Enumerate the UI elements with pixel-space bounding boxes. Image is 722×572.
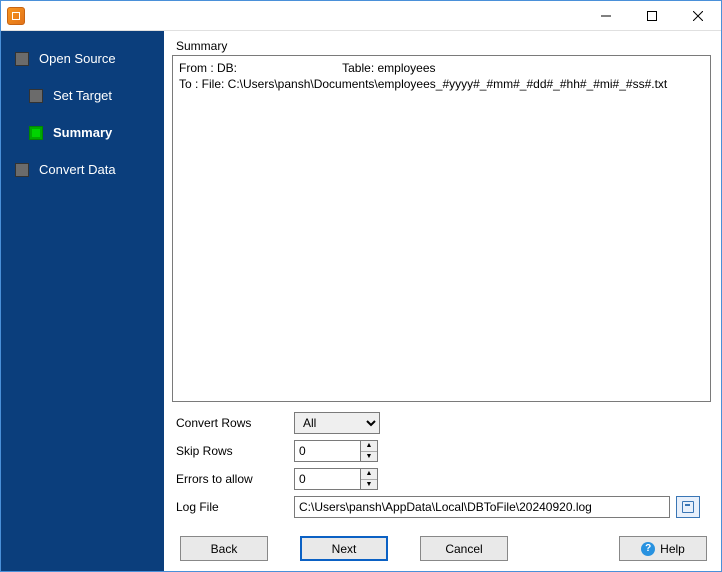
label-log-file: Log File <box>172 500 294 514</box>
label-convert-rows: Convert Rows <box>172 416 294 430</box>
button-label: Help <box>660 542 685 556</box>
sidebar-item-set-target[interactable]: Set Target <box>1 82 164 109</box>
maximize-icon <box>647 11 657 21</box>
summary-line-from: From : DB: Table: employees <box>179 60 704 76</box>
options-section: Convert Rows All Skip Rows ▲ ▼ <box>172 412 711 524</box>
spin-up-icon[interactable]: ▲ <box>361 469 377 479</box>
button-label: Cancel <box>445 542 482 556</box>
spinner-skip-rows: ▲ ▼ <box>360 440 378 462</box>
input-log-file[interactable] <box>294 496 670 518</box>
panel-title: Summary <box>172 39 711 55</box>
cancel-button[interactable]: Cancel <box>420 536 508 561</box>
help-icon: ? <box>641 542 655 556</box>
sidebar-item-label: Set Target <box>53 88 112 103</box>
input-errors-to-allow[interactable] <box>294 468 360 490</box>
nav-box-icon <box>29 126 43 140</box>
summary-table: Table: employees <box>342 61 435 75</box>
input-skip-rows[interactable] <box>294 440 360 462</box>
sidebar-item-summary[interactable]: Summary <box>1 119 164 146</box>
nav-box-icon <box>29 89 43 103</box>
browse-log-file-button[interactable] <box>676 496 700 518</box>
sidebar-item-open-source[interactable]: Open Source <box>1 45 164 72</box>
row-errors-to-allow: Errors to allow ▲ ▼ <box>172 468 711 490</box>
spinner-errors-to-allow: ▲ ▼ <box>360 468 378 490</box>
spin-down-icon[interactable]: ▼ <box>361 451 377 462</box>
wizard-button-row: Back Next Cancel ? Help <box>176 524 711 561</box>
row-skip-rows: Skip Rows ▲ ▼ <box>172 440 711 462</box>
wizard-sidebar: Open Source Set Target Summary Convert D… <box>1 31 164 571</box>
body: Open Source Set Target Summary Convert D… <box>1 31 721 571</box>
spin-down-icon[interactable]: ▼ <box>361 479 377 490</box>
summary-line-to: To : File: C:\Users\pansh\Documents\empl… <box>179 76 704 92</box>
button-label: Next <box>332 542 357 556</box>
window-controls <box>583 1 721 30</box>
minimize-button[interactable] <box>583 1 629 30</box>
label-errors-to-allow: Errors to allow <box>172 472 294 486</box>
spin-up-icon[interactable]: ▲ <box>361 441 377 451</box>
sidebar-item-label: Convert Data <box>39 162 116 177</box>
app-window: Open Source Set Target Summary Convert D… <box>0 0 722 572</box>
button-label: Back <box>211 542 238 556</box>
next-button[interactable]: Next <box>300 536 388 561</box>
select-convert-rows[interactable]: All <box>294 412 380 434</box>
app-icon <box>7 7 25 25</box>
minimize-icon <box>601 11 611 21</box>
nav-box-icon <box>15 163 29 177</box>
browse-icon <box>682 501 694 513</box>
label-skip-rows: Skip Rows <box>172 444 294 458</box>
maximize-button[interactable] <box>629 1 675 30</box>
summary-textarea[interactable]: From : DB: Table: employees To : File: C… <box>172 55 711 402</box>
close-icon <box>693 11 703 21</box>
help-button[interactable]: ? Help <box>619 536 707 561</box>
row-log-file: Log File <box>172 496 711 518</box>
row-convert-rows: Convert Rows All <box>172 412 711 434</box>
sidebar-item-label: Summary <box>53 125 112 140</box>
close-button[interactable] <box>675 1 721 30</box>
sidebar-item-label: Open Source <box>39 51 116 66</box>
nav-box-icon <box>15 52 29 66</box>
titlebar <box>1 1 721 31</box>
back-button[interactable]: Back <box>180 536 268 561</box>
summary-from-db: From : DB: <box>179 60 339 76</box>
sidebar-item-convert-data[interactable]: Convert Data <box>1 156 164 183</box>
main-panel: Summary From : DB: Table: employees To :… <box>164 31 721 571</box>
